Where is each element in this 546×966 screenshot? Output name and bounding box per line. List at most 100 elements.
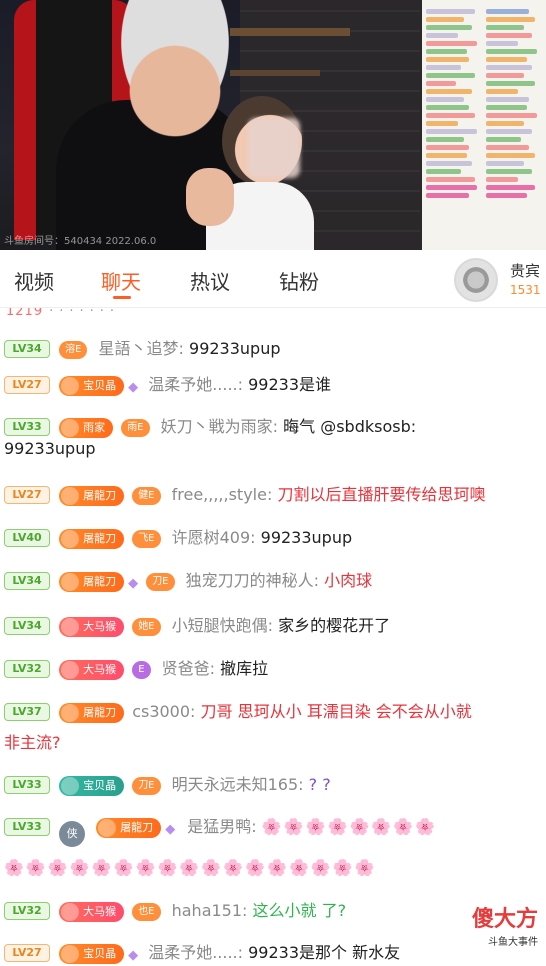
fan-badge: 屠龍刀 (59, 486, 125, 506)
level-badge: LV33 (4, 418, 50, 436)
message-text: 这么小就 了? (252, 901, 347, 920)
username[interactable]: 小短腿快跑偶: (172, 616, 273, 635)
message-text: 撤库拉 (220, 659, 269, 678)
vip-label: 贵宾 (510, 262, 541, 280)
tab-chat[interactable]: 聊天 (101, 266, 141, 295)
message-text: 小肉球 (324, 571, 373, 590)
level-badge: LV27 (4, 944, 50, 962)
gem-icon: ◆ (165, 822, 176, 837)
username[interactable]: 贤爸爸: (162, 659, 215, 678)
fan-badge: 宝贝晶 ◆ (59, 944, 138, 964)
chat-message: LV27 宝贝晶 ◆ 温柔予她.....: 99233是谁 (4, 374, 542, 396)
tab-diamond-fans[interactable]: 钻粉 (279, 266, 319, 295)
level-badge: LV32 (4, 660, 50, 678)
fan-tag: 健E (132, 487, 161, 505)
vip-avatar (454, 258, 498, 302)
level-badge: LV34 (4, 340, 50, 358)
username[interactable]: 星語丶追梦: (99, 339, 184, 358)
fan-badge: 屠龍刀 (59, 529, 125, 549)
message-text: 刀哥 思珂从小 耳濡目染 会不会从小就 (200, 702, 472, 721)
brand-subtitle: 斗鱼大事件 (488, 937, 538, 948)
level-badge: LV40 (4, 529, 50, 547)
level-badge: LV34 (4, 572, 50, 590)
knight-badge: 侠 (59, 821, 86, 847)
fan-tag: 她E (132, 618, 161, 636)
level-badge: LV37 (4, 703, 50, 721)
fan-badge: 大马猴 (59, 660, 125, 680)
fan-tag: 飞E (132, 530, 161, 548)
username[interactable]: 妖刀丶戦为雨家: (161, 417, 278, 436)
chat-message: LV33 宝贝晶 刀E 明天永远未知165: ? ? (4, 774, 542, 796)
username[interactable]: free,,,,,style: (172, 485, 273, 504)
message-text: 99233是那个 新水友 (248, 943, 401, 962)
monitor-chat-column (426, 6, 480, 242)
chat-message: LV32 大马猴 也E haha151: 这么小就 了? (4, 900, 542, 922)
active-tab-indicator (113, 296, 131, 299)
message-text: 刀割以后直播肝要传给思珂噢 (277, 485, 486, 504)
fan-badge: 雨家 (59, 418, 114, 438)
fan-badge: 屠龍刀 ◆ (59, 572, 138, 592)
chat-message: LV32 大马猴 E 贤爸爸: 撤库拉 (4, 658, 542, 680)
chat-list[interactable]: 1219 ······· LV34 溶E 星語丶追梦: 99233upup LV2… (0, 308, 546, 966)
chat-message: LV27 宝贝晶 ◆ 温柔予她.....: 99233是那个 新水友 (4, 942, 542, 964)
video-watermark: 斗鱼房间号：540434 2022.06.0 (4, 236, 157, 247)
level-badge: LV32 (4, 902, 50, 920)
message-text: 99233upup (189, 339, 281, 358)
fan-badge: 屠龍刀 (59, 703, 125, 723)
username[interactable]: haha151: (172, 901, 248, 920)
username[interactable]: cs3000: (132, 702, 195, 721)
message-text-continued: 🌸🌸🌸🌸🌸🌸🌸🌸🌸🌸🌸🌸🌸🌸🌸🌸🌸 (4, 858, 377, 877)
tab-bar: 视频 聊天 热议 钻粉 贵宾 1531 (0, 250, 546, 308)
username[interactable]: 温柔予她.....: (148, 943, 243, 962)
username[interactable]: 许愿树409: (172, 528, 256, 547)
fan-tag: 刀E (132, 777, 161, 795)
gem-icon: ◆ (128, 380, 139, 395)
live-video-player[interactable]: 斗鱼房间号：540434 2022.06.0 (0, 0, 546, 250)
fan-tag: 雨E (121, 419, 150, 437)
gem-icon: ◆ (128, 576, 139, 591)
chat-message: LV34 屠龍刀 ◆ 刀E 独宠刀刀的神秘人: 小肉球 (4, 570, 542, 592)
username[interactable]: 温柔予她.....: (148, 375, 243, 394)
fan-badge: 大马猴 (59, 902, 125, 922)
fan-tag: 溶E (59, 341, 88, 359)
chat-message: LV33 雨家 雨E 妖刀丶戦为雨家: 晦气 @sbdksosb: 99233u… (4, 416, 542, 460)
message-text: 晦气 @sbdksosb: (283, 417, 417, 436)
chat-message: LV37 屠龍刀 cs3000: 刀哥 思珂从小 耳濡目染 会不会从小就 非主流… (4, 701, 542, 754)
streamer-hand (186, 168, 234, 226)
username[interactable]: 明天永远未知165: (172, 775, 304, 794)
message-text-continued: 非主流? (4, 733, 61, 752)
chat-message: LV33 侠 屠龍刀 ◆ 是猛男鸭: 🌸🌸🌸🌸🌸🌸🌸🌸 🌸🌸🌸🌸🌸🌸🌸🌸🌸🌸🌸🌸🌸… (4, 816, 542, 879)
message-text: 🌸🌸🌸🌸🌸🌸🌸🌸 (261, 817, 438, 836)
message-text: ? ? (308, 775, 331, 794)
fan-badge: 屠龍刀 ◆ (96, 818, 175, 838)
level-badge: LV33 (4, 818, 50, 836)
vip-count: 1531 (510, 283, 541, 297)
chat-message: LV40 屠龍刀 飞E 许愿树409: 99233upup (4, 527, 542, 549)
cutoff-message: 1219 ······· (6, 308, 121, 319)
shelf (230, 70, 320, 76)
brand-watermark: 傻大方 斗鱼大事件 (472, 901, 538, 948)
face-blur (248, 118, 300, 178)
fan-tag: 也E (132, 903, 161, 921)
vip-entry[interactable]: 贵宾 1531 (448, 256, 546, 306)
message-text: 99233upup (260, 528, 353, 547)
message-text: 家乡的樱花开了 (278, 616, 391, 635)
tab-video[interactable]: 视频 (14, 266, 54, 295)
gem-icon: ◆ (128, 948, 139, 963)
username[interactable]: 是猛男鸭: (187, 817, 256, 836)
username[interactable]: 独宠刀刀的神秘人: (186, 571, 319, 590)
level-badge: LV27 (4, 486, 50, 504)
level-badge: LV33 (4, 776, 50, 794)
fan-tag: 刀E (146, 573, 175, 591)
tab-hot-discussion[interactable]: 热议 (190, 266, 230, 295)
chat-message: LV34 大马猴 她E 小短腿快跑偶: 家乡的樱花开了 (4, 615, 542, 637)
shelf (230, 28, 350, 36)
message-text: 99233是谁 (248, 375, 332, 394)
chat-message: LV34 溶E 星語丶追梦: 99233upup (4, 338, 542, 360)
message-text-continued: 99233upup (4, 439, 96, 458)
level-badge: LV27 (4, 376, 50, 394)
fan-badge: 大马猴 (59, 617, 125, 637)
monitor-screen (420, 0, 546, 250)
fan-badge: 宝贝晶 (59, 776, 125, 796)
level-badge: LV34 (4, 617, 50, 635)
